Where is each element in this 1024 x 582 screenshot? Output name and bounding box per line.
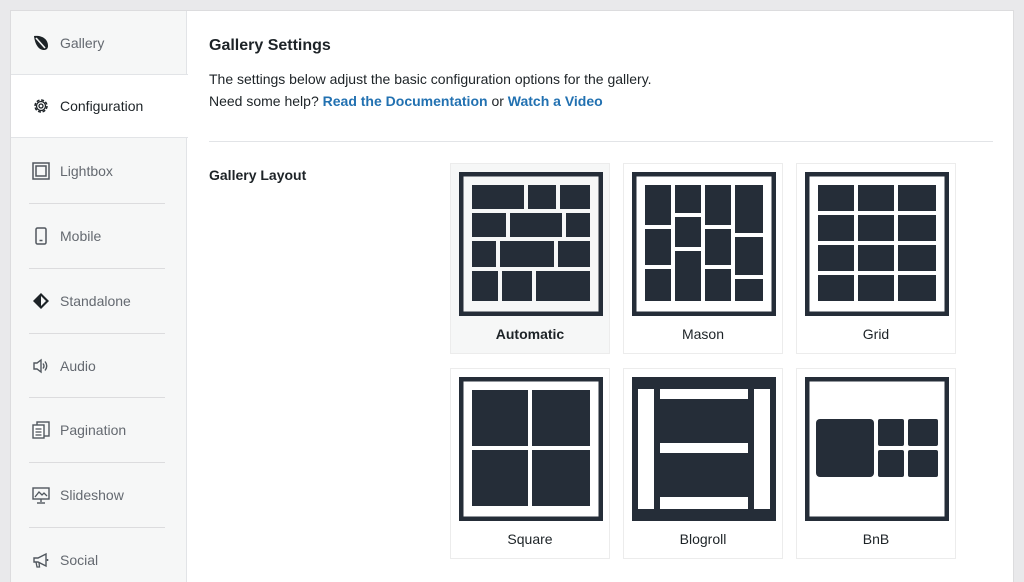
layout-option-bnb[interactable]: BnB	[796, 368, 956, 559]
layout-option-automatic[interactable]: Automatic	[450, 163, 610, 354]
layout-option-blogroll[interactable]: Blogroll	[623, 368, 783, 559]
sidebar-item-lightbox[interactable]: Lightbox	[11, 139, 187, 203]
layout-label: Grid	[862, 326, 890, 342]
settings-panel: Gallery Configuration Lightbox Mobile St…	[10, 10, 1014, 582]
sidebar-item-gallery[interactable]: Gallery	[11, 11, 187, 75]
layout-label: Automatic	[495, 326, 565, 342]
sidebar-item-label: Social	[60, 552, 99, 568]
bnb-layout-icon	[805, 377, 949, 521]
layout-option-grid[interactable]: Grid	[796, 163, 956, 354]
leaf-icon	[31, 33, 51, 53]
speaker-icon	[31, 356, 51, 376]
sidebar-item-label: Audio	[60, 358, 96, 374]
pagination-icon	[31, 420, 51, 440]
slideshow-icon	[31, 485, 51, 505]
layout-label: Mason	[681, 326, 725, 342]
mobile-icon	[31, 226, 51, 246]
automatic-layout-icon	[459, 172, 603, 316]
video-link[interactable]: Watch a Video	[508, 93, 603, 109]
sidebar-item-mobile[interactable]: Mobile	[11, 204, 187, 268]
sidebar-item-label: Lightbox	[60, 163, 113, 179]
sidebar-item-label: Slideshow	[60, 487, 124, 503]
sidebar-item-label: Standalone	[60, 293, 131, 309]
divider	[209, 141, 993, 142]
layout-label: BnB	[862, 531, 890, 547]
sidebar-item-label: Pagination	[60, 422, 127, 438]
documentation-link[interactable]: Read the Documentation	[323, 93, 488, 109]
sidebar-item-standalone[interactable]: Standalone	[11, 269, 187, 333]
sidebar-item-label: Gallery	[60, 35, 105, 51]
mason-layout-icon	[632, 172, 776, 316]
sidebar-item-slideshow[interactable]: Slideshow	[11, 463, 187, 527]
sidebar-item-social[interactable]: Social	[11, 528, 187, 582]
or-text: or	[491, 93, 504, 109]
page-title: Gallery Settings	[209, 37, 331, 54]
gallery-layout-label: Gallery Layout	[209, 167, 307, 183]
square-layout-icon	[459, 377, 603, 521]
description-text: The settings below adjust the basic conf…	[209, 71, 652, 87]
sidebar-item-audio[interactable]: Audio	[11, 334, 187, 398]
settings-main: Gallery Settings The settings below adju…	[209, 11, 1005, 582]
sidebar-item-pagination[interactable]: Pagination	[11, 398, 187, 462]
layout-label: Blogroll	[679, 531, 727, 547]
blogroll-layout-icon	[632, 377, 776, 521]
sidebar-item-label: Configuration	[60, 98, 144, 114]
layout-option-mason[interactable]: Mason	[623, 163, 783, 354]
settings-sidebar: Gallery Configuration Lightbox Mobile St…	[11, 11, 188, 582]
grid-layout-icon	[805, 172, 949, 316]
lightbox-icon	[31, 161, 51, 181]
gear-icon	[31, 96, 51, 116]
layout-label: Square	[507, 531, 553, 547]
page-description: The settings below adjust the basic conf…	[209, 68, 652, 112]
sidebar-item-label: Mobile	[60, 228, 102, 244]
help-prefix: Need some help?	[209, 93, 319, 109]
layout-option-square[interactable]: Square	[450, 368, 610, 559]
sidebar-item-configuration[interactable]: Configuration	[11, 74, 188, 138]
help-line: Need some help? Read the Documentation o…	[209, 90, 652, 112]
standalone-icon	[31, 291, 51, 311]
megaphone-icon	[31, 550, 51, 570]
